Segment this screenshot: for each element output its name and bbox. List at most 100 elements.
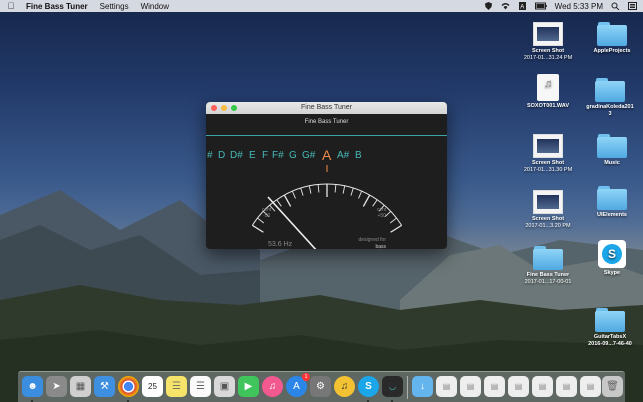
gauge-tick	[334, 184, 337, 193]
desktop-icon-fine-bass-tuner[interactable]: Fine Bass Tuner 2017-01...17-00-01	[518, 246, 578, 286]
status-area: A Wed 5:33 PM	[484, 0, 637, 12]
document-icon[interactable]: ▤	[460, 376, 481, 397]
finder-icon[interactable]: ☻	[22, 376, 43, 397]
note-label: F#	[272, 150, 284, 161]
folder-icon	[597, 22, 627, 46]
appstore-icon[interactable]: A1	[286, 373, 310, 397]
chrome-icon[interactable]	[118, 376, 139, 397]
desktop-icon-music[interactable]: Music	[582, 134, 642, 167]
video-icon[interactable]: ▶	[238, 376, 259, 397]
gear-icon[interactable]: ⚙	[310, 376, 331, 397]
desktop-icon-skype[interactable]: S Skype	[582, 240, 642, 277]
note-label: D#	[230, 150, 243, 161]
document-icon[interactable]: ▤	[580, 376, 601, 397]
folder-icon	[597, 134, 627, 158]
dock: ☻ ➤ ▦ ⚒ 25 ☰ ☰ ▣ ▶ ♫ A1 ⚙ ♫ S ◡ ↓ ▤ ▤ ▤ …	[18, 371, 625, 402]
photos-icon[interactable]: ▣	[214, 376, 235, 397]
keyboard-input-icon[interactable]: A	[518, 2, 527, 10]
calendar-icon[interactable]: 25	[142, 376, 163, 397]
desktop-icon-screenshot-1[interactable]: Screen Shot 2017-01...31.24 PM	[518, 22, 578, 62]
note-label: D	[218, 150, 226, 161]
gauge-tick	[276, 199, 282, 207]
folder-icon	[595, 78, 625, 102]
gauge-tick	[372, 199, 378, 207]
wifi-icon[interactable]	[501, 2, 510, 10]
notification-center-icon[interactable]	[628, 2, 637, 10]
tuner-titlebar[interactable]: Fine Bass Tuner	[206, 102, 447, 114]
tuner-window: Fine Bass Tuner Fine Bass Tuner # D D# E…	[206, 102, 447, 249]
folder-icon	[533, 246, 563, 270]
desktop-icon-appleprojects[interactable]: AppleProjects	[582, 22, 642, 55]
gauge-tick	[291, 190, 296, 199]
folder-icon	[595, 308, 625, 332]
designed-for-text: designed for bass	[358, 237, 386, 249]
audio-file-icon: ♫	[537, 74, 559, 101]
trash-icon[interactable]: 🗑	[602, 376, 623, 397]
gauge-tick	[300, 187, 304, 196]
document-icon[interactable]: ▤	[556, 376, 577, 397]
music-icon[interactable]: ♫	[262, 376, 283, 397]
close-window-button[interactable]	[211, 105, 217, 111]
image-file-icon	[533, 22, 563, 46]
document-icon[interactable]: ▤	[532, 376, 553, 397]
gauge-tick	[283, 194, 292, 207]
skype-icon[interactable]: S	[358, 376, 379, 397]
speaker-icon[interactable]: ♫	[334, 376, 355, 397]
document-icon[interactable]: ▤	[436, 376, 457, 397]
note-label: F	[262, 150, 269, 161]
document-icon[interactable]: ▤	[484, 376, 505, 397]
menu-settings[interactable]: Settings	[100, 2, 129, 11]
note-label: E	[249, 150, 256, 161]
cent-left-label: cent -50	[262, 207, 272, 219]
gauge-tick	[389, 217, 397, 224]
folder-icon[interactable]: ↓	[412, 376, 433, 397]
menu-window[interactable]: Window	[141, 2, 169, 11]
skype-icon: S	[598, 240, 626, 268]
tuner-icon[interactable]: ◡	[382, 376, 403, 397]
cent-meter-gauge	[251, 165, 403, 249]
rocket-icon[interactable]: ➤	[46, 376, 67, 397]
document-icon[interactable]: ▤	[508, 376, 529, 397]
desktop-icon-screenshot-2[interactable]: Screen Shot 2017-01...31.30 PM	[518, 134, 578, 174]
note-label: #	[207, 150, 213, 161]
document-icon[interactable]: ▦	[70, 376, 91, 397]
note-label: G#	[302, 150, 316, 161]
desktop-icon-guitartabsx[interactable]: GuitarTabsX 2016-09...7-46-40	[580, 308, 640, 348]
notes-icon[interactable]: ☰	[166, 376, 187, 397]
list-icon[interactable]: ☰	[190, 376, 211, 397]
image-file-icon	[533, 190, 563, 214]
desktop-icon-gradinakoleda[interactable]: gradinaKoleda201 3	[580, 78, 640, 118]
image-file-icon	[533, 134, 563, 158]
dock-separator	[407, 376, 408, 399]
zoom-window-button[interactable]	[231, 105, 237, 111]
active-note-label: A	[322, 147, 332, 163]
menu-bar:  Fine Bass Tuner Settings Window A Wed …	[0, 0, 643, 12]
spotlight-search-icon[interactable]	[611, 2, 620, 10]
desktop-icon-screenshot-3[interactable]: Screen Shot 2017-01...3.20 PM	[518, 190, 578, 230]
shield-icon[interactable]	[484, 2, 493, 10]
svg-text:A: A	[520, 5, 524, 11]
menubar-clock[interactable]: Wed 5:33 PM	[555, 2, 603, 11]
note-label: G	[289, 150, 297, 161]
tuner-divider-line	[206, 135, 447, 136]
app-name-menu[interactable]: Fine Bass Tuner	[26, 2, 88, 11]
battery-icon[interactable]	[534, 2, 547, 10]
gauge-tick	[252, 224, 264, 233]
minimize-window-button[interactable]	[221, 105, 227, 111]
gauge-tick	[342, 185, 346, 194]
folder-icon	[597, 186, 627, 210]
note-label: B	[355, 150, 362, 161]
desktop-icon-uielements[interactable]: UIElements	[582, 186, 642, 219]
gauge-tick	[362, 194, 371, 207]
note-label: A#	[337, 150, 350, 161]
apple-menu-icon[interactable]: 	[0, 1, 22, 11]
gauge-tick	[358, 190, 363, 199]
desktop-icon-wav[interactable]: ♫ SOXOT001.WAV	[518, 74, 578, 110]
frequency-readout: 53.6 Hz	[268, 241, 293, 248]
gauge-tick	[350, 187, 354, 196]
hammer-icon[interactable]: ⚒	[94, 376, 115, 397]
gauge-tick	[308, 185, 312, 194]
gauge-tick	[390, 224, 402, 233]
appstore-badge: 1	[302, 373, 310, 381]
cent-right-label: cent +50	[377, 207, 387, 219]
